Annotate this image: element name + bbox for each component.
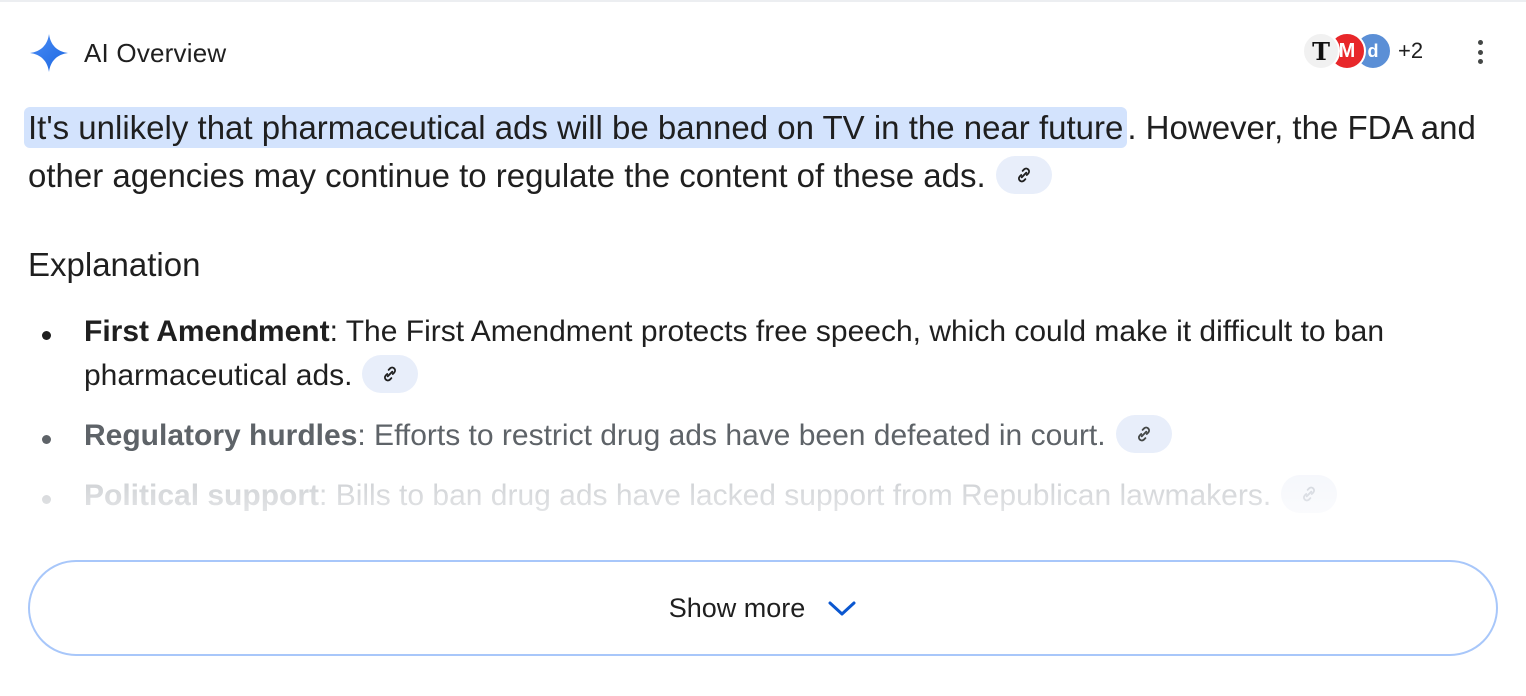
more-sources-count[interactable]: +2 <box>1398 38 1423 64</box>
top-divider <box>0 0 1526 2</box>
source-link-chip[interactable] <box>362 355 419 394</box>
explanation-heading: Explanation <box>28 246 201 283</box>
list-item-term: First Amendment <box>84 315 330 348</box>
ai-overview-header: AI Overview T M d +2 <box>28 30 1498 74</box>
highlighted-answer: It's unlikely that pharmaceutical ads wi… <box>24 107 1128 148</box>
page-title: AI Overview <box>84 38 227 68</box>
show-more-button[interactable]: Show more <box>28 560 1498 656</box>
link-icon <box>1137 426 1150 442</box>
source-link-chip[interactable] <box>995 156 1052 195</box>
list-item: First Amendment: The First Amendment pro… <box>28 310 1468 398</box>
list-item-term: Political support <box>84 479 320 512</box>
overview-summary: It's unlikely that pharmaceutical ads wi… <box>24 104 1488 200</box>
explanation-list: First Amendment: The First Amendment pro… <box>28 310 1468 518</box>
source-link-chip[interactable] <box>1115 415 1172 454</box>
source-logos[interactable]: T M d +2 <box>1302 30 1430 74</box>
link-icon <box>1303 486 1316 502</box>
link-icon <box>384 366 397 382</box>
list-item-term: Regulatory hurdles <box>84 419 358 452</box>
gemini-spark-icon <box>30 34 68 72</box>
chevron-down-icon <box>828 601 856 616</box>
link-icon <box>1017 167 1030 183</box>
source-link-chip[interactable] <box>1281 475 1338 514</box>
source-logo-nyt[interactable]: T <box>1302 32 1340 70</box>
list-item-text: : Efforts to restrict drug ads have been… <box>357 419 1106 452</box>
more-options-icon[interactable] <box>1468 36 1492 68</box>
list-item: Regulatory hurdles: Efforts to restrict … <box>28 414 1468 458</box>
list-item: Political support: Bills to ban drug ads… <box>28 474 1468 518</box>
show-more-label: Show more <box>668 592 806 623</box>
list-item-text: : Bills to ban drug ads have lacked supp… <box>319 479 1272 512</box>
